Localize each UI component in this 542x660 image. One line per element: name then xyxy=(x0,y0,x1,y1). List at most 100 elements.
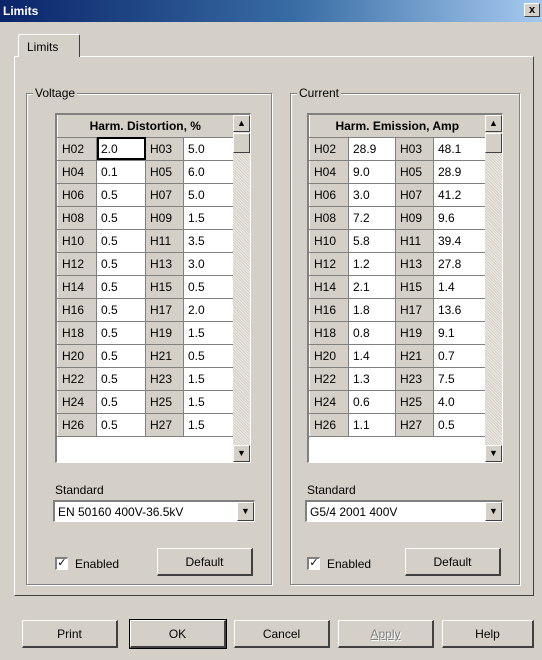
current-limit-cell[interactable]: 0.7 xyxy=(433,344,487,368)
ok-button[interactable]: OK xyxy=(129,619,227,649)
voltage-limit-cell[interactable]: 3.0 xyxy=(183,252,235,276)
current-limit-cell[interactable]: 13.6 xyxy=(433,298,487,322)
help-button[interactable]: Help xyxy=(442,620,534,648)
current-limit-cell[interactable]: 1.3 xyxy=(348,367,396,391)
voltage-harmonic-label: H24 xyxy=(57,389,97,414)
current-limit-cell[interactable]: 3.0 xyxy=(348,183,396,207)
current-limit-cell[interactable]: 39.4 xyxy=(433,229,487,253)
current-scroll-down-button[interactable]: ▼ xyxy=(485,445,502,462)
voltage-limit-cell[interactable]: 5.0 xyxy=(183,137,235,161)
current-limit-cell[interactable]: 48.1 xyxy=(433,137,487,161)
voltage-limit-cell[interactable]: 1.5 xyxy=(183,413,235,437)
voltage-scroll-thumb[interactable] xyxy=(233,133,250,153)
voltage-harmonic-label: H25 xyxy=(145,389,184,414)
voltage-scroll-down-button[interactable]: ▼ xyxy=(233,445,250,462)
current-harmonic-label: H09 xyxy=(395,205,434,230)
current-harmonic-label: H17 xyxy=(395,297,434,322)
current-harmonic-label: H20 xyxy=(309,343,349,368)
current-harmonic-label: H11 xyxy=(395,228,434,253)
cancel-button[interactable]: Cancel xyxy=(234,620,330,648)
voltage-limit-cell[interactable]: 0.5 xyxy=(96,321,146,345)
current-grid-row: H08 7.2 H09 9.6 xyxy=(309,205,487,230)
print-button[interactable]: Print xyxy=(22,620,118,648)
voltage-limit-cell[interactable]: 0.5 xyxy=(96,229,146,253)
current-limit-cell[interactable]: 9.1 xyxy=(433,321,487,345)
current-limit-cell[interactable]: 7.5 xyxy=(433,367,487,391)
chevron-down-icon[interactable]: ▼ xyxy=(485,502,502,521)
current-limit-cell[interactable]: 0.8 xyxy=(348,321,396,345)
current-limit-cell[interactable]: 1.8 xyxy=(348,298,396,322)
voltage-limit-cell[interactable]: 2.0 xyxy=(183,298,235,322)
voltage-standard-select[interactable]: EN 50160 400V-36.5kV ▼ xyxy=(53,500,255,522)
current-scroll-thumb[interactable] xyxy=(485,133,502,153)
current-limit-cell[interactable]: 1.4 xyxy=(433,275,487,299)
current-harmonic-label: H14 xyxy=(309,274,349,299)
current-grid[interactable]: Harm. Emission, Amp H02 28.9 H03 48.1 H04 9.0… xyxy=(307,113,503,463)
voltage-harmonic-label: H02 xyxy=(57,136,97,161)
current-default-button[interactable]: Default xyxy=(405,548,501,576)
current-limit-cell[interactable]: 9.0 xyxy=(348,160,396,184)
current-scroll-up-button[interactable]: ▲ xyxy=(485,115,502,132)
voltage-scroll-up-button[interactable]: ▲ xyxy=(233,115,250,132)
voltage-enabled-label[interactable]: Enabled xyxy=(75,557,119,571)
current-limit-cell[interactable]: 7.2 xyxy=(348,206,396,230)
voltage-limit-cell[interactable]: 1.5 xyxy=(183,321,235,345)
current-enabled-label[interactable]: Enabled xyxy=(327,557,371,571)
current-limit-cell[interactable]: 4.0 xyxy=(433,390,487,414)
voltage-limit-cell[interactable]: 0.5 xyxy=(96,367,146,391)
current-limit-cell[interactable]: 1.4 xyxy=(348,344,396,368)
voltage-grid-scrollbar[interactable]: ▲ ▼ xyxy=(233,115,250,462)
close-button[interactable]: x xyxy=(524,3,540,17)
voltage-limit-cell[interactable]: 1.5 xyxy=(183,390,235,414)
current-limit-cell[interactable]: 0.6 xyxy=(348,390,396,414)
current-grid-scrollbar[interactable]: ▲ ▼ xyxy=(485,115,502,462)
voltage-limit-cell[interactable]: 6.0 xyxy=(183,160,235,184)
voltage-limit-cell[interactable]: 0.5 xyxy=(96,275,146,299)
current-harmonic-label: H23 xyxy=(395,366,434,391)
voltage-limit-cell[interactable]: 1.5 xyxy=(183,206,235,230)
voltage-limit-cell[interactable]: 0.5 xyxy=(96,413,146,437)
current-grid-header: Harm. Emission, Amp xyxy=(309,115,487,138)
apply-button[interactable]: Apply xyxy=(338,620,434,648)
current-standard-select[interactable]: G5/4 2001 400V ▼ xyxy=(305,500,503,522)
voltage-limit-cell[interactable]: 0.5 xyxy=(96,252,146,276)
checkmark-icon: ✓ xyxy=(57,557,67,569)
current-limit-cell[interactable]: 5.8 xyxy=(348,229,396,253)
voltage-limit-cell[interactable]: 2.0 xyxy=(96,137,146,161)
tab-limits[interactable]: Limits xyxy=(18,34,80,57)
voltage-limit-cell[interactable]: 0.5 xyxy=(183,344,235,368)
voltage-limit-cell[interactable]: 0.5 xyxy=(96,390,146,414)
voltage-limit-cell[interactable]: 0.5 xyxy=(96,206,146,230)
voltage-default-button[interactable]: Default xyxy=(157,548,253,576)
current-limit-cell[interactable]: 0.5 xyxy=(433,413,487,437)
current-enabled-checkbox[interactable]: ✓ xyxy=(307,557,320,570)
voltage-limit-cell[interactable]: 1.5 xyxy=(183,367,235,391)
voltage-limit-cell[interactable]: 3.5 xyxy=(183,229,235,253)
current-harmonic-label: H12 xyxy=(309,251,349,276)
current-harmonic-label: H24 xyxy=(309,389,349,414)
current-limit-cell[interactable]: 9.6 xyxy=(433,206,487,230)
current-limit-cell[interactable]: 1.1 xyxy=(348,413,396,437)
voltage-limit-cell[interactable]: 0.5 xyxy=(96,298,146,322)
current-limit-cell[interactable]: 2.1 xyxy=(348,275,396,299)
voltage-harmonic-label: H09 xyxy=(145,205,184,230)
current-limit-cell[interactable]: 27.8 xyxy=(433,252,487,276)
voltage-limit-cell[interactable]: 0.5 xyxy=(96,344,146,368)
voltage-limit-cell[interactable]: 0.5 xyxy=(183,275,235,299)
current-limit-cell[interactable]: 1.2 xyxy=(348,252,396,276)
current-limit-cell[interactable]: 28.9 xyxy=(433,160,487,184)
current-harmonic-label: H07 xyxy=(395,182,434,207)
voltage-limit-cell[interactable]: 0.5 xyxy=(96,183,146,207)
chevron-down-icon[interactable]: ▼ xyxy=(237,502,254,521)
current-limit-cell[interactable]: 28.9 xyxy=(348,137,396,161)
voltage-grid-row: H10 0.5 H11 3.5 xyxy=(57,228,235,253)
voltage-enabled-checkbox[interactable]: ✓ xyxy=(55,557,68,570)
voltage-limit-cell[interactable]: 5.0 xyxy=(183,183,235,207)
tab-limits-label: Limits xyxy=(27,40,59,54)
voltage-limit-cell[interactable]: 0.1 xyxy=(96,160,146,184)
current-limit-cell[interactable]: 41.2 xyxy=(433,183,487,207)
voltage-grid[interactable]: Harm. Distortion, % H02 2.0 H03 5.0 H04 0.1 H0… xyxy=(55,113,251,463)
current-grid-row: H02 28.9 H03 48.1 xyxy=(309,136,487,161)
current-grid-body: H02 28.9 H03 48.1 H04 9.0 H05 28.9 H06 3.0 H07 41.2… xyxy=(309,136,487,437)
voltage-harmonic-label: H16 xyxy=(57,297,97,322)
